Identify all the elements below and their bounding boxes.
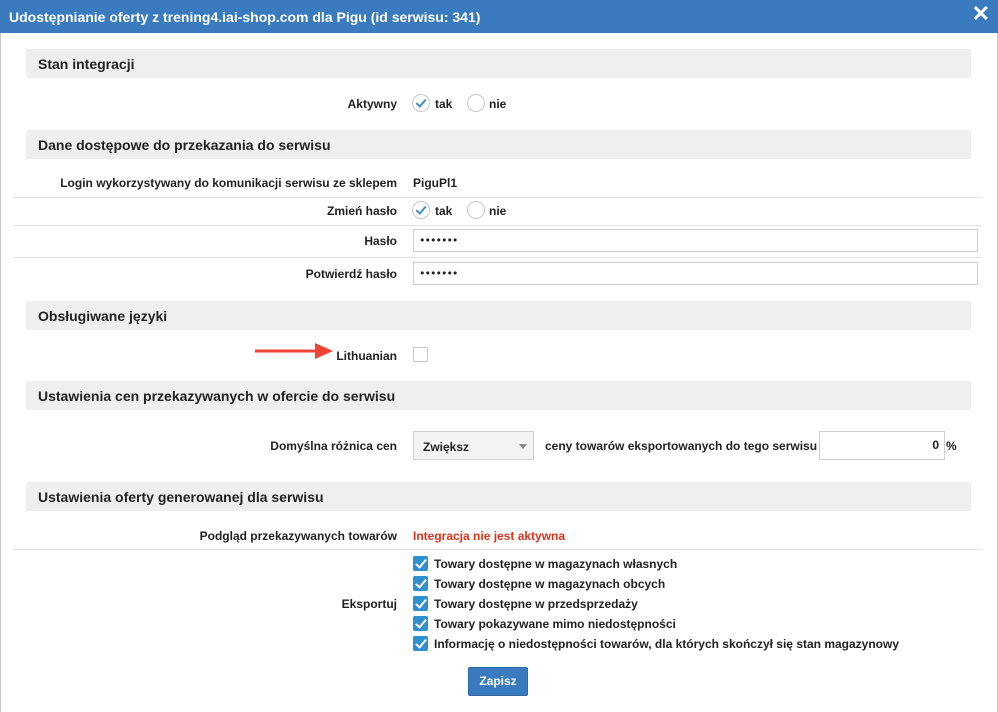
price-diff-select-value: Zwiększ	[423, 440, 470, 454]
login-value: PiguPl1	[413, 176, 458, 190]
export-presale-label: Towary dostępne w przedsprzedaży	[434, 597, 638, 611]
confirm-password-input[interactable]: •••••••	[413, 262, 978, 285]
close-icon[interactable]: ✕	[972, 2, 990, 26]
section-heading: Stan integracji	[38, 56, 135, 72]
active-label: Aktywny	[347, 97, 397, 111]
percent-unit: %	[946, 439, 957, 453]
section-pricing: Ustawienia cen przekazywanych w ofercie …	[26, 381, 971, 410]
active-yes-label[interactable]: tak	[435, 97, 452, 111]
change-password-no-radio[interactable]	[467, 201, 485, 219]
section-languages: Obsługiwane języki	[26, 301, 971, 330]
save-button[interactable]: Zapisz	[468, 667, 528, 696]
row-divider	[13, 225, 982, 226]
change-password-no-label[interactable]: nie	[489, 204, 506, 218]
section-heading: Ustawienia oferty generowanej dla serwis…	[38, 489, 324, 505]
section-heading: Obsługiwane języki	[38, 308, 168, 324]
active-no-radio[interactable]	[467, 94, 485, 112]
confirm-password-label: Potwierdź hasło	[305, 267, 397, 281]
password-label: Hasło	[364, 234, 397, 248]
row-divider	[13, 549, 982, 550]
export-unavailable-shown-label: Towary pokazywane mimo niedostępności	[434, 617, 676, 631]
section-integration-status: Stan integracji	[26, 49, 971, 78]
dialog-title: Udostępnianie oferty z trening4.iai-shop…	[9, 9, 481, 25]
price-diff-description: ceny towarów eksportowanych do tego serw…	[545, 439, 828, 453]
export-external-warehouses-label: Towary dostępne w magazynach obcych	[434, 577, 666, 591]
price-diff-percent-input[interactable]: 0	[819, 431, 945, 460]
row-divider	[13, 257, 982, 258]
price-diff-select[interactable]: Zwiększ	[413, 431, 534, 460]
section-heading: Ustawienia cen przekazywanych w ofercie …	[38, 388, 396, 404]
active-no-label[interactable]: nie	[489, 97, 506, 111]
change-password-yes-radio[interactable]	[412, 201, 430, 219]
section-offer-settings: Ustawienia oferty generowanej dla serwis…	[26, 482, 971, 511]
section-access-data: Dane dostępowe do przekazania do serwisu	[26, 130, 971, 159]
export-out-of-stock-info-checkbox[interactable]	[413, 636, 428, 651]
section-heading: Dane dostępowe do przekazania do serwisu	[38, 137, 331, 153]
password-input[interactable]: •••••••	[413, 229, 978, 252]
export-external-warehouses-checkbox[interactable]	[413, 576, 428, 591]
dialog-titlebar: Udostępnianie oferty z trening4.iai-shop…	[0, 0, 998, 33]
change-password-label: Zmień hasło	[326, 204, 397, 218]
chevron-down-icon	[519, 444, 527, 449]
login-label: Login wykorzystywany do komunikacji serw…	[60, 176, 397, 190]
active-yes-radio[interactable]	[412, 94, 430, 112]
language-lithuanian-label: Lithuanian	[336, 349, 397, 363]
export-own-warehouses-checkbox[interactable]	[413, 556, 428, 571]
change-password-yes-label[interactable]: tak	[435, 204, 452, 218]
price-diff-label: Domyślna różnica cen	[270, 439, 397, 453]
preview-label: Podgląd przekazywanych towarów	[199, 529, 397, 543]
export-own-warehouses-label: Towary dostępne w magazynach własnych	[434, 557, 678, 571]
preview-status: Integracja nie jest aktywna	[413, 529, 566, 543]
language-lithuanian-checkbox[interactable]	[413, 347, 428, 362]
export-label: Eksportuj	[341, 597, 397, 611]
export-presale-checkbox[interactable]	[413, 596, 428, 611]
export-unavailable-shown-checkbox[interactable]	[413, 616, 428, 631]
row-divider	[13, 197, 982, 198]
dialog-body: Stan integracji Aktywny tak nie Dane dos…	[0, 33, 998, 712]
export-out-of-stock-info-label: Informację o niedostępności towarów, dla…	[434, 637, 900, 651]
